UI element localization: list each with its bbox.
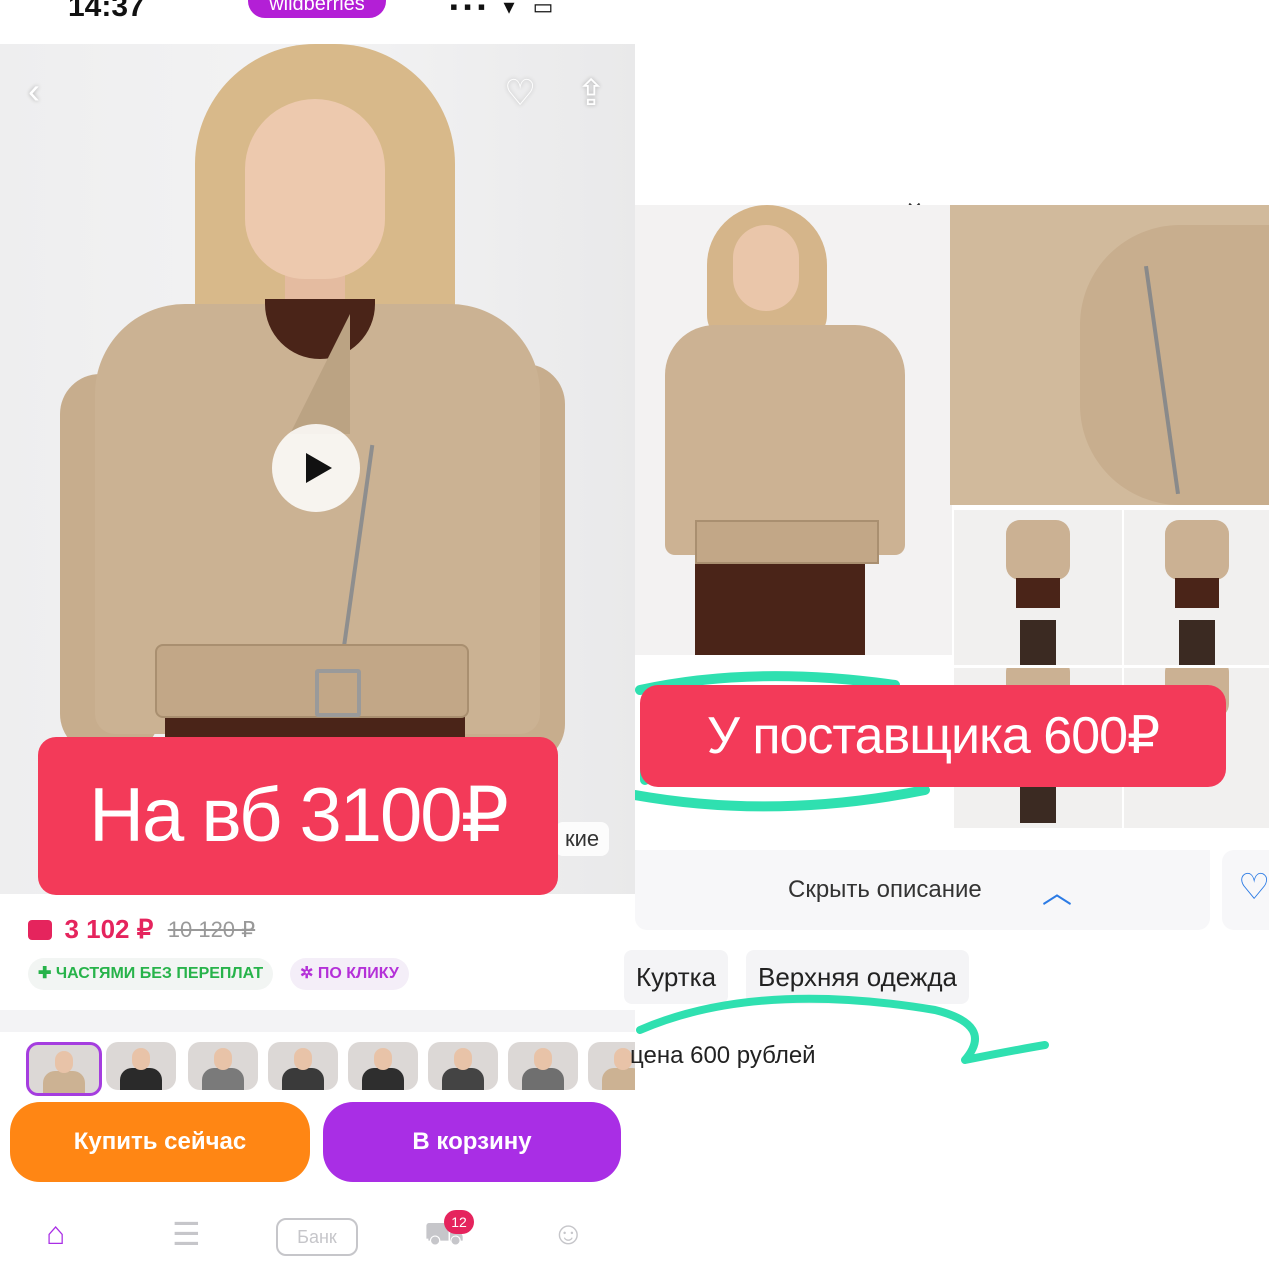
thumbnail[interactable] — [268, 1042, 338, 1090]
heart-icon[interactable]: ♡ — [504, 72, 536, 114]
thumbnail[interactable] — [188, 1042, 258, 1090]
chevron-up-icon[interactable]: ︿ — [1042, 868, 1072, 912]
thumbnail[interactable] — [106, 1042, 176, 1090]
favorite-button[interactable]: ♡ — [1222, 850, 1269, 930]
supplier-price-note: цена 600 рублей — [630, 1042, 816, 1069]
model-face — [733, 225, 799, 311]
supplier-thumbnail[interactable] — [1124, 510, 1269, 665]
profile-icon[interactable]: ☺ — [552, 1215, 585, 1252]
heart-icon: ♡ — [1238, 866, 1269, 907]
play-icon — [306, 453, 332, 483]
badge-installments[interactable]: ✚ ЧАСТЯМИ БЕЗ ПЕРЕПЛАТ — [28, 958, 274, 990]
jacket-belt — [155, 644, 469, 718]
buy-now-button[interactable]: Купить сейчас — [10, 1102, 310, 1182]
section-divider — [0, 1010, 635, 1032]
jacket-belt — [695, 520, 879, 564]
right-top-blank — [635, 0, 1269, 205]
description-toggle-label[interactable]: Скрыть описание — [788, 876, 982, 904]
model-face — [245, 99, 385, 279]
supplier-main-photo[interactable] — [635, 205, 952, 655]
overlay-label-wb: На вб 3100₽ — [38, 737, 558, 895]
app-pill: wildberries — [248, 0, 386, 18]
model-skirt — [695, 555, 865, 655]
price-old: 10 120 ₽ — [167, 916, 256, 942]
bank-tab[interactable]: Банк — [276, 1218, 358, 1256]
home-icon[interactable]: ⌂ — [46, 1215, 65, 1252]
catalog-icon[interactable]: ☰ — [172, 1215, 201, 1253]
status-bar: 14:37 wildberries ▪▪▪ ▾ ▭ — [0, 0, 635, 44]
thumbnail[interactable] — [26, 1042, 102, 1096]
thumbnail[interactable] — [428, 1042, 498, 1090]
thumbnail[interactable] — [588, 1042, 635, 1090]
price-current: 3 102 ₽ — [64, 914, 154, 944]
back-icon[interactable]: ‹ — [28, 70, 40, 112]
supplier-detail-photo[interactable] — [950, 205, 1269, 505]
jacket-lapel — [230, 314, 350, 434]
overlay-label-supplier: У поставщика 600₽ — [640, 685, 1226, 787]
badge-oneclick[interactable]: ✲ ПО КЛИКУ — [290, 958, 409, 990]
badge-oneclick-label: ПО КЛИКУ — [317, 965, 399, 982]
status-time: 14:37 — [68, 0, 145, 23]
cart-count-badge: 12 — [444, 1210, 474, 1234]
add-to-cart-button[interactable]: В корзину — [323, 1102, 621, 1182]
partial-chip: кие — [555, 822, 610, 856]
price-row: 3 102 ₽ 10 120 ₽ — [28, 914, 255, 945]
belt-buckle — [315, 669, 361, 717]
thumbnail[interactable] — [348, 1042, 418, 1090]
thumbnail[interactable] — [508, 1042, 578, 1090]
supplier-thumbnail[interactable] — [954, 510, 1122, 665]
signal-icon: ▪▪▪ ▾ ▭ — [450, 0, 560, 19]
share-icon[interactable]: ⇪ — [576, 72, 606, 114]
wallet-icon — [28, 919, 52, 940]
badge-installments-label: ЧАСТЯМИ БЕЗ ПЕРЕПЛАТ — [55, 965, 264, 982]
